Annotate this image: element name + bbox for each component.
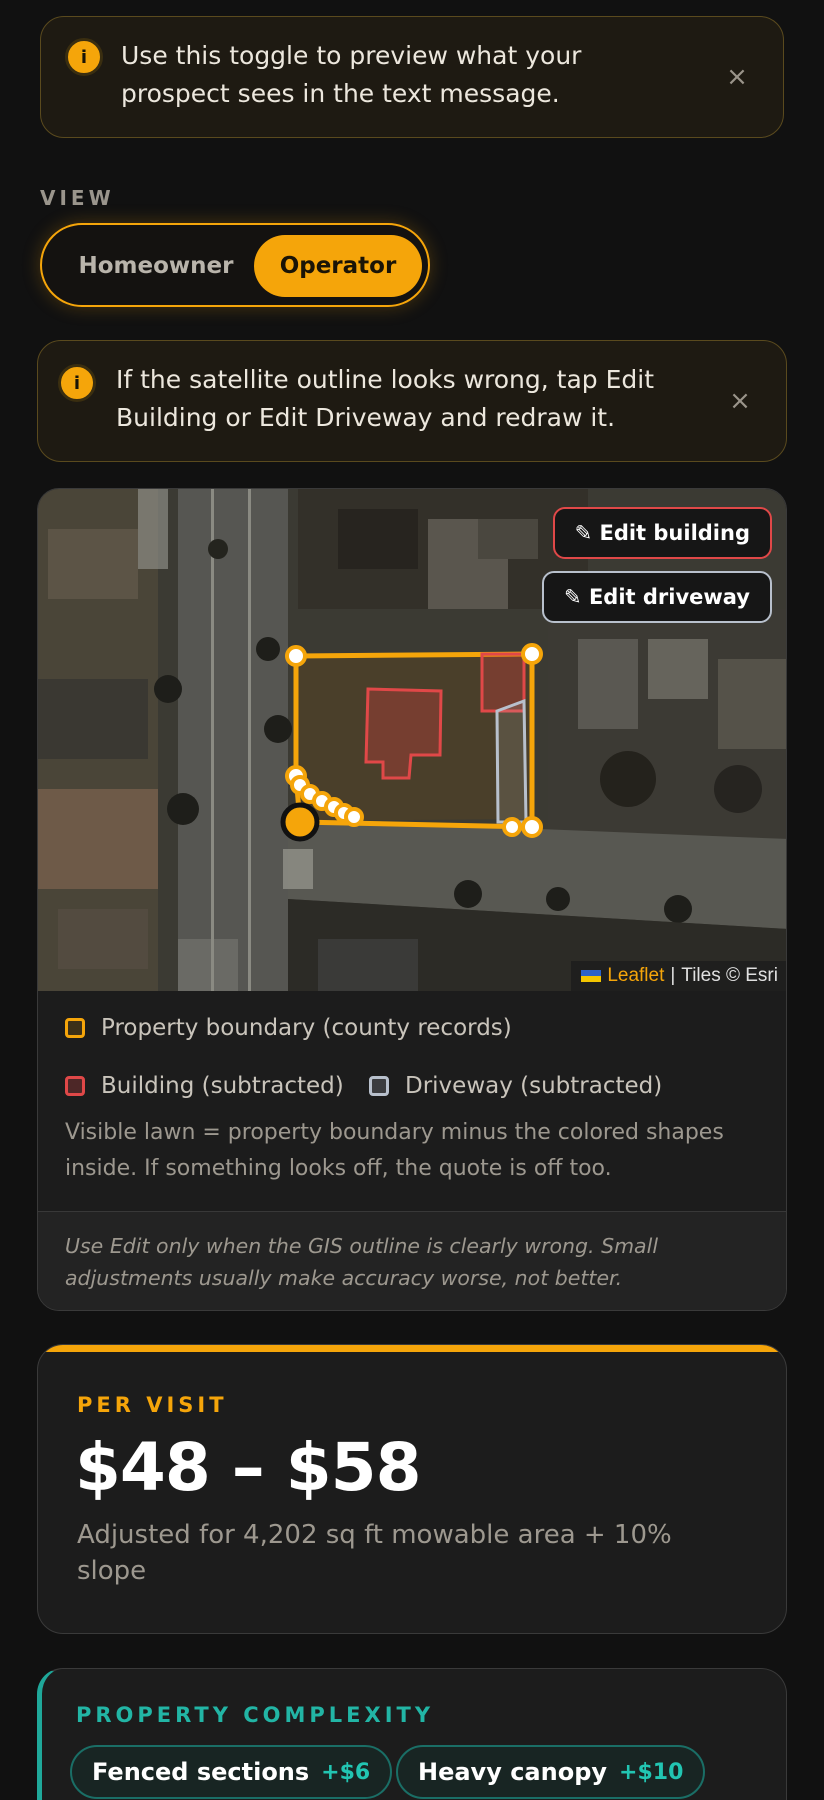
info-icon: i (58, 364, 96, 402)
boundary-swatch (65, 1018, 85, 1038)
price-card: PER VISIT $48 – $58 Adjusted for 4,202 s… (37, 1344, 787, 1634)
leaflet-link[interactable]: Leaflet (607, 965, 664, 987)
map-attribution: Leaflet | Tiles © Esri (571, 961, 786, 991)
outline-hint-banner: i If the satellite outline looks wrong, … (37, 340, 787, 462)
chip-amount: +$10 (619, 1759, 684, 1785)
view-label: VIEW (40, 186, 115, 210)
active-vertex-handle (280, 802, 320, 842)
legend-boundary-label: Property boundary (county records) (101, 1015, 512, 1041)
complexity-chip-fenced[interactable]: Fenced sections +$6 (70, 1745, 393, 1799)
toggle-option-operator[interactable]: Operator (254, 235, 422, 297)
building-swatch (65, 1076, 85, 1096)
edit-hint-text: Use Edit only when the GIS outline is cl… (65, 1234, 659, 1290)
view-toggle[interactable]: Homeowner Operator (40, 223, 430, 307)
chip-name: Fenced sections (92, 1758, 310, 1786)
legend-note: Visible lawn = property boundary minus t… (65, 1120, 724, 1181)
price-accent-bar (38, 1345, 786, 1352)
legend-driveway-label: Driveway (subtracted) (405, 1073, 663, 1099)
toggle-hint-banner: i Use this toggle to preview what your p… (40, 16, 784, 138)
close-icon[interactable]: × (726, 386, 754, 416)
complexity-label: PROPERTY COMPLEXITY (76, 1703, 435, 1727)
driveway-outline (495, 698, 528, 824)
edit-building-button[interactable]: ✎ Edit building (552, 507, 772, 559)
attribution-separator: | (670, 965, 676, 986)
ukraine-flag-icon (581, 970, 602, 982)
legend-building-label: Building (subtracted) (101, 1073, 344, 1099)
info-icon: i (65, 38, 103, 76)
tiles-credit: Tiles © Esri (681, 965, 778, 986)
satellite-map[interactable]: ✎ Edit building ✎ Edit driveway Leaflet … (38, 489, 786, 991)
price-note: Adjusted for 4,202 sq ft mowable area + … (77, 1520, 672, 1586)
legend-boundary: Property boundary (county records) (65, 1015, 512, 1041)
legend-building: Building (subtracted) (65, 1073, 344, 1099)
edit-driveway-button[interactable]: ✎ Edit driveway (542, 571, 772, 623)
toggle-option-homeowner[interactable]: Homeowner (56, 235, 256, 297)
chip-amount: +$6 (321, 1759, 371, 1785)
legend-driveway: Driveway (subtracted) (369, 1073, 662, 1099)
price-label: PER VISIT (77, 1393, 228, 1417)
satellite-imagery (38, 489, 786, 991)
price-range: $48 – $58 (75, 1429, 421, 1506)
driveway-swatch (369, 1076, 389, 1096)
complexity-chip-canopy[interactable]: Heavy canopy +$10 (396, 1745, 706, 1799)
map-card: ✎ Edit building ✎ Edit driveway Leaflet … (37, 488, 787, 1311)
complexity-card: PROPERTY COMPLEXITY Fenced sections +$6 … (37, 1668, 787, 1800)
chip-name: Heavy canopy (418, 1758, 608, 1786)
edit-hint-area: Use Edit only when the GIS outline is cl… (38, 1211, 786, 1310)
close-icon[interactable]: × (723, 62, 751, 92)
toggle-hint-text: Use this toggle to preview what your pro… (121, 41, 582, 108)
outline-hint-text: If the satellite outline looks wrong, ta… (116, 365, 655, 432)
